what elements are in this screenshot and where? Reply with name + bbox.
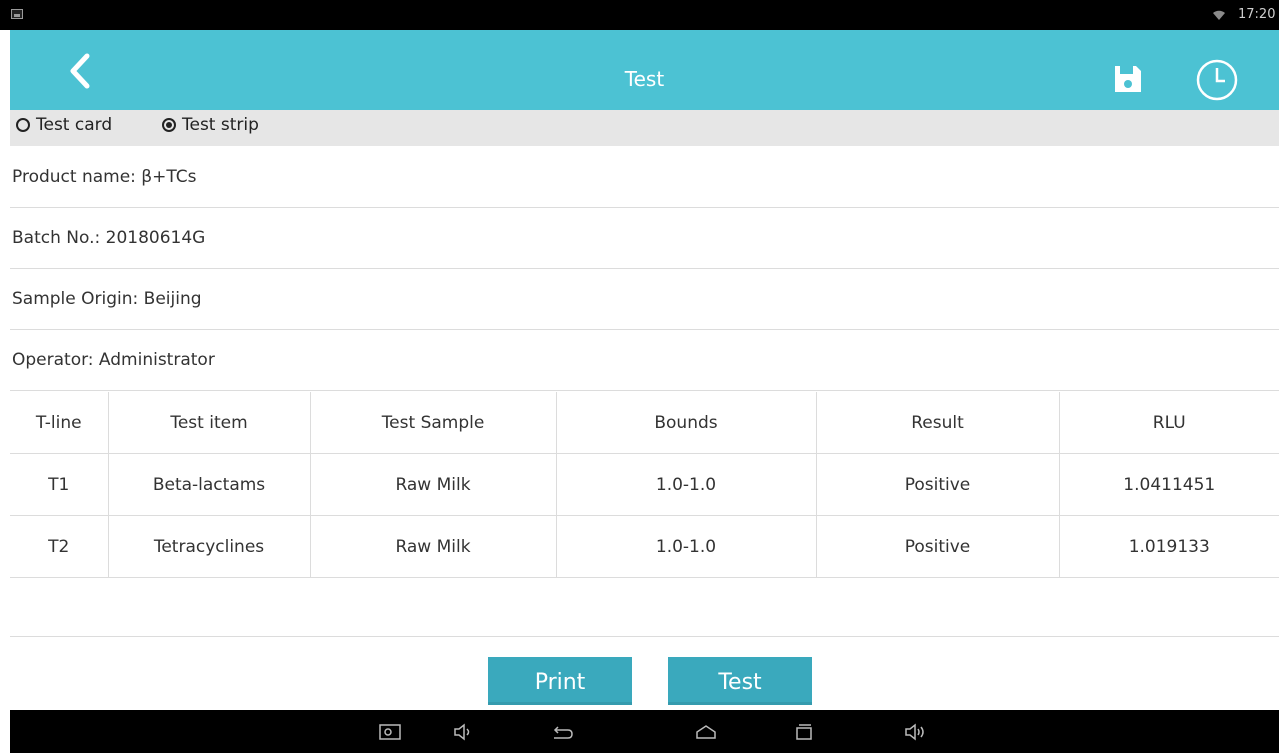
table-row: T1 Beta-lactams Raw Milk 1.0-1.0 Positiv…: [10, 453, 1279, 516]
cell-result: Positive: [816, 515, 1060, 578]
header-rlu: RLU: [1059, 392, 1279, 454]
cell-test-sample: Raw Milk: [310, 515, 557, 578]
operator-text: Operator: Administrator: [12, 350, 215, 370]
notification-icon: [11, 9, 23, 19]
cell-result: Positive: [816, 453, 1060, 516]
wifi-icon: [1213, 10, 1225, 20]
operator-row: Operator: Administrator: [10, 330, 1279, 391]
cell-t-line: T1: [10, 453, 109, 516]
cell-t-line: T2: [10, 515, 109, 578]
volume-up-icon[interactable]: [904, 722, 928, 742]
batch-no-row: Batch No.: 20180614G: [10, 208, 1279, 269]
sample-origin-row: Sample Origin: Beijing: [10, 269, 1279, 330]
table-header-row: T-line Test item Test Sample Bounds Resu…: [10, 392, 1279, 454]
header-bounds: Bounds: [556, 392, 817, 454]
navigation-bar: [10, 710, 1279, 753]
test-button[interactable]: Test: [668, 657, 812, 705]
cell-rlu: 1.0411451: [1059, 453, 1279, 516]
header-result: Result: [816, 392, 1060, 454]
status-bar: 17:20: [0, 0, 1279, 30]
cell-test-sample: Raw Milk: [310, 453, 557, 516]
radio-checked-icon: [162, 118, 176, 132]
cell-bounds: 1.0-1.0: [556, 515, 817, 578]
radio-test-strip-label: Test strip: [182, 115, 259, 135]
print-button[interactable]: Print: [488, 657, 632, 705]
cell-test-item: Tetracyclines: [108, 515, 311, 578]
volume-down-icon[interactable]: [452, 722, 476, 742]
radio-test-card[interactable]: Test card: [16, 115, 112, 135]
floppy-disk-icon[interactable]: [1112, 63, 1144, 95]
home-icon[interactable]: [694, 722, 718, 742]
empty-row: [10, 576, 1279, 637]
screenshot-icon[interactable]: [378, 722, 402, 742]
header-test-sample: Test Sample: [310, 392, 557, 454]
radio-test-strip[interactable]: Test strip: [162, 115, 259, 135]
page-title: Test: [624, 67, 665, 91]
cell-test-item: Beta-lactams: [108, 453, 311, 516]
cell-bounds: 1.0-1.0: [556, 453, 817, 516]
status-time: 17:20: [1238, 7, 1276, 22]
back-icon[interactable]: [550, 722, 574, 742]
clock-icon[interactable]: [1194, 57, 1240, 103]
table-row: T2 Tetracyclines Raw Milk 1.0-1.0 Positi…: [10, 515, 1279, 578]
header-t-line: T-line: [10, 392, 109, 454]
mode-selector: Test card Test strip: [10, 110, 1279, 146]
header-test-item: Test item: [108, 392, 311, 454]
results-table: T-line Test item Test Sample Bounds Resu…: [10, 392, 1279, 578]
recent-apps-icon[interactable]: [792, 722, 816, 742]
product-name-text: Product name: β+TCs: [12, 167, 197, 187]
cell-rlu: 1.019133: [1059, 515, 1279, 578]
product-name-row: Product name: β+TCs: [10, 147, 1279, 208]
batch-no-text: Batch No.: 20180614G: [12, 228, 206, 248]
radio-test-card-label: Test card: [36, 115, 113, 135]
app-bar: Test: [10, 30, 1279, 110]
sample-origin-text: Sample Origin: Beijing: [12, 289, 202, 309]
radio-unchecked-icon: [16, 118, 30, 132]
